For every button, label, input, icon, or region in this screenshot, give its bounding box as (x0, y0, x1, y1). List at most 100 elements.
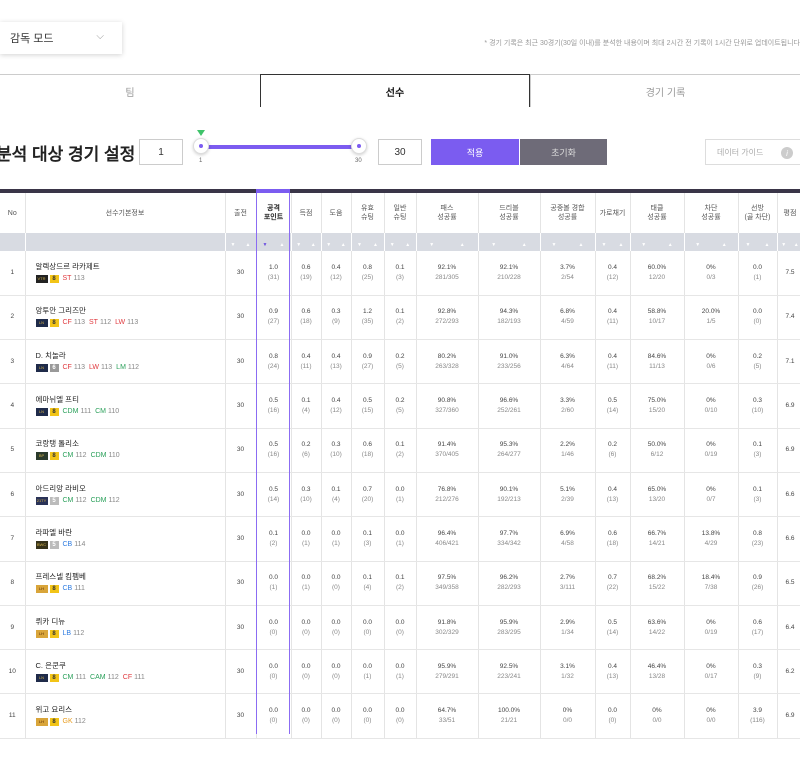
player-name[interactable]: 뤼카 디뉴 (36, 617, 225, 627)
table-row[interactable]: 1 알렉상드르 라카제트 VTR 8 ST 113 30 1.0 (31) 0.6 (19) 0.4(… (0, 251, 800, 296)
player-info-cell[interactable]: 에마뉘엘 프티 LN 8 CDM 111 CM 110 (25, 383, 226, 429)
table-row[interactable]: 7 라파엘 바란 BWC 5 CB 114 30 0.1 (2) 0.0 (1) 0.0 (1) 0.1(… (0, 516, 800, 562)
table-row[interactable]: 10 C. 은쿤쿠 LN 8 CM 111 CAM 112 CF 111 30 0.0 (0) 0.0 (0… (0, 649, 800, 695)
sort-desc-icon[interactable]: ▼ (322, 240, 337, 250)
table-row[interactable]: 6 아드리앙 라비오 21TY 5 CM 112 CDM 112 30 0.5 (14) 0.3 (10… (0, 472, 800, 518)
sort-asc-icon[interactable]: ▲ (509, 240, 540, 250)
sort-desc-icon[interactable]: ▼ (778, 240, 791, 250)
col-assists-header[interactable]: 도움 (321, 193, 352, 233)
sort-asc-icon[interactable]: ▲ (711, 240, 738, 250)
sort-asc-icon[interactable]: ▲ (790, 240, 800, 250)
col-block-rate-header[interactable]: 차단 성공률 (684, 193, 739, 233)
player-info-cell[interactable]: 뤼카 디뉴 LH 8 LB 112 (25, 605, 226, 651)
data-guide-button[interactable]: 데이터 가이드 i (705, 139, 800, 165)
table-row[interactable]: 5 코랑탱 톨리소 BP 8 CM 112 CDM 110 30 0.5 (16) 0.2 (6) 0.3… (0, 428, 800, 473)
tab-match-record[interactable]: 경기 기록 (530, 74, 800, 107)
sort-desc-icon[interactable]: ▼ (292, 240, 307, 250)
sort-asc-icon[interactable]: ▲ (613, 240, 630, 250)
reset-button[interactable]: 초기화 (520, 139, 607, 165)
player-info-cell[interactable]: 라파엘 바란 BWC 5 CB 114 (25, 516, 226, 562)
sort-asc-icon[interactable]: ▲ (274, 240, 291, 250)
col-dribble-rate-header[interactable]: 드리블 성공률 (478, 193, 541, 233)
col-apps-sort[interactable]: ▼ ▲ (225, 233, 257, 251)
col-apps-header[interactable]: 출전 (225, 193, 257, 233)
player-info-cell[interactable]: D. 치놀라 LN 6 CF 113 LW 113 LM 112 (25, 339, 226, 385)
sort-desc-icon[interactable]: ▼ (685, 240, 712, 250)
range-slider-min-handle[interactable] (193, 138, 209, 154)
col-saves-sort[interactable]: ▼ ▲ (738, 233, 778, 251)
sort-asc-icon[interactable]: ▲ (241, 240, 256, 250)
sort-desc-icon[interactable]: ▼ (596, 240, 613, 250)
player-name[interactable]: 앙투안 그리즈만 (36, 306, 225, 316)
range-slider-max-handle[interactable] (351, 138, 367, 154)
col-shots-header[interactable]: 일반 슈팅 (384, 193, 417, 233)
player-info-cell[interactable]: 위고 요리스 LH 8 GK 112 (25, 693, 226, 739)
sort-asc-icon[interactable]: ▲ (657, 240, 684, 250)
player-name[interactable]: 알렉상드르 라카제트 (36, 262, 225, 272)
player-name[interactable]: D. 치놀라 (36, 351, 225, 361)
col-shots-on-target-sort[interactable]: ▼ ▲ (351, 233, 385, 251)
col-pass-rate-header[interactable]: 패스 성공률 (416, 193, 479, 233)
tab-player[interactable]: 선수 (260, 74, 530, 107)
col-interceptions-header[interactable]: 가로채기 (595, 193, 631, 233)
player-info-cell[interactable]: 아드리앙 라비오 21TY 5 CM 112 CDM 112 (25, 472, 226, 518)
sort-asc-icon[interactable]: ▲ (336, 240, 351, 250)
sort-asc-icon[interactable]: ▲ (400, 240, 416, 250)
table-row[interactable]: 3 D. 치놀라 LN 6 CF 113 LW 113 LM 112 30 0.8 (24) 0.4 (11… (0, 339, 800, 385)
sort-desc-icon[interactable]: ▼ (352, 240, 368, 250)
col-rating-header[interactable]: 평점 (777, 193, 800, 233)
col-goals-header[interactable]: 득점 (291, 193, 322, 233)
sort-desc-icon[interactable]: ▼ (226, 240, 241, 250)
sort-asc-icon[interactable]: ▲ (447, 240, 478, 250)
player-info-cell[interactable]: 알렉상드르 라카제트 VTR 8 ST 113 (25, 251, 226, 296)
col-aerial-rate-sort[interactable]: ▼ ▲ (540, 233, 596, 251)
col-interceptions-sort[interactable]: ▼ ▲ (595, 233, 631, 251)
table-row[interactable]: 8 프레스넬 킴펨베 LH 8 CB 111 30 0.0 (1) 0.0 (1) 0.0 (0) 0.1… (0, 561, 800, 606)
col-shots-sort[interactable]: ▼ ▲ (384, 233, 417, 251)
apply-button[interactable]: 적용 (431, 139, 519, 165)
sort-desc-icon[interactable]: ▼ (541, 240, 568, 250)
col-block-rate-sort[interactable]: ▼ ▲ (684, 233, 739, 251)
col-goals-sort[interactable]: ▼ ▲ (291, 233, 322, 251)
col-attack-points-header[interactable]: 공격 포인트 (256, 193, 292, 233)
player-info-cell[interactable]: 코랑탱 톨리소 BP 8 CM 112 CDM 110 (25, 428, 226, 473)
player-name[interactable]: 에마뉘엘 프티 (36, 395, 225, 405)
player-name[interactable]: 아드리앙 라비오 (36, 484, 225, 494)
col-saves-header[interactable]: 선방 (골 차단) (738, 193, 778, 233)
player-info-cell[interactable]: 프레스넬 킴펨베 LH 8 CB 111 (25, 561, 226, 606)
sort-asc-icon[interactable]: ▲ (568, 240, 595, 250)
col-rating-sort[interactable]: ▼ ▲ (777, 233, 800, 251)
player-name[interactable]: 위고 요리스 (36, 705, 225, 715)
sort-desc-icon[interactable]: ▼ (257, 240, 274, 250)
player-info-cell[interactable]: C. 은쿤쿠 LN 8 CM 111 CAM 112 CF 111 (25, 649, 226, 695)
player-name[interactable]: C. 은쿤쿠 (36, 661, 225, 671)
sort-desc-icon[interactable]: ▼ (739, 240, 758, 250)
table-row[interactable]: 4 에마뉘엘 프티 LN 8 CDM 111 CM 110 30 0.5 (16) 0.1 (4) 0.4… (0, 383, 800, 429)
table-row[interactable]: 9 뤼카 디뉴 LH 8 LB 112 30 0.0 (0) 0.0 (0) 0.0 (0) 0.0 (0)… (0, 605, 800, 651)
player-name[interactable]: 라파엘 바란 (36, 528, 225, 538)
col-dribble-rate-sort[interactable]: ▼ ▲ (478, 233, 541, 251)
col-tackle-rate-header[interactable]: 태클 성공률 (630, 193, 685, 233)
mode-select[interactable]: 감독 모드 ⌵ (0, 22, 122, 54)
sort-asc-icon[interactable]: ▲ (758, 240, 777, 250)
tab-team[interactable]: 팀 (0, 74, 260, 107)
sort-desc-icon[interactable]: ▼ (479, 240, 510, 250)
col-shots-on-target-header[interactable]: 유효 슈팅 (351, 193, 385, 233)
col-attack-points-sort[interactable]: ▼ ▲ (256, 233, 292, 251)
player-info-cell[interactable]: 앙투안 그리즈만 LN 8 CF 113 ST 112 LW 113 (25, 295, 226, 341)
sort-desc-icon[interactable]: ▼ (631, 240, 658, 250)
sort-desc-icon[interactable]: ▼ (385, 240, 401, 250)
player-name[interactable]: 프레스넬 킴펨베 (36, 572, 225, 582)
col-tackle-rate-sort[interactable]: ▼ ▲ (630, 233, 685, 251)
player-name[interactable]: 코랑탱 톨리소 (36, 439, 225, 449)
range-slider-track[interactable] (201, 145, 359, 149)
sort-asc-icon[interactable]: ▲ (368, 240, 384, 250)
col-pass-rate-sort[interactable]: ▼ ▲ (416, 233, 479, 251)
table-row[interactable]: 2 앙투안 그리즈만 LN 8 CF 113 ST 112 LW 113 30 0.9 (27) 0.6(… (0, 295, 800, 341)
sort-desc-icon[interactable]: ▼ (417, 240, 448, 250)
col-assists-sort[interactable]: ▼ ▲ (321, 233, 352, 251)
range-max-input[interactable]: 30 (378, 139, 422, 165)
sort-asc-icon[interactable]: ▲ (306, 240, 321, 250)
range-min-input[interactable]: 1 (139, 139, 183, 165)
col-aerial-rate-header[interactable]: 공중볼 경합 성공률 (540, 193, 596, 233)
